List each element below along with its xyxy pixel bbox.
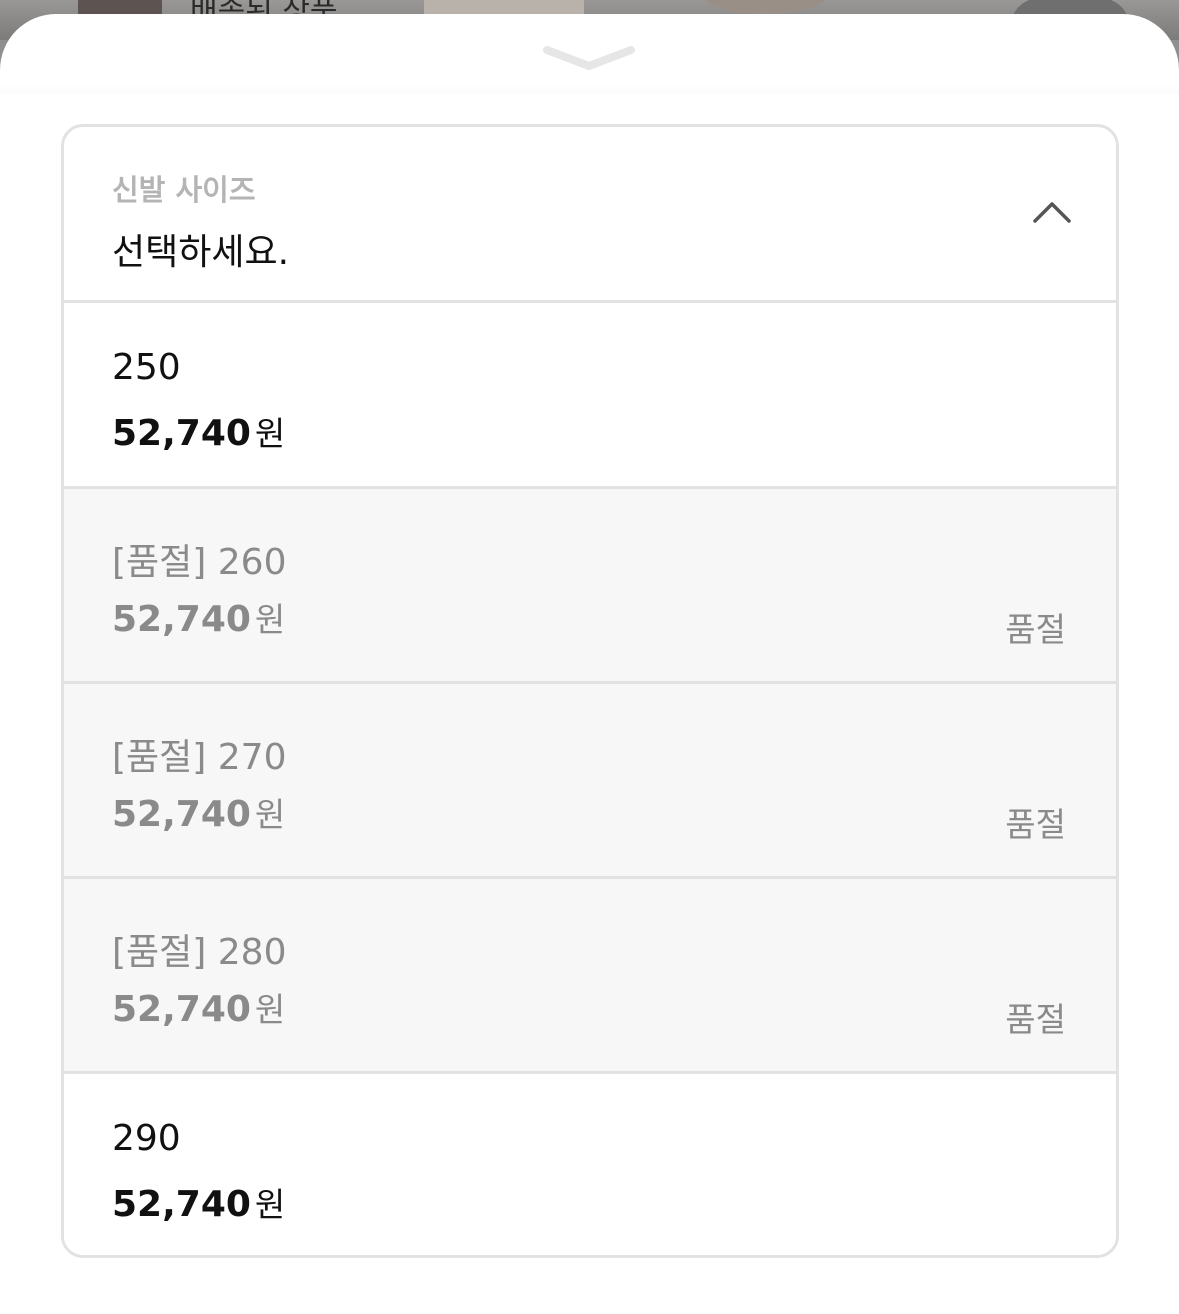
size-dropdown: 신발 사이즈 선택하세요. 250 52,740 원 [품절] 260 52,74… (61, 124, 1119, 1258)
price-value: 52,740 (112, 599, 251, 640)
sheet-divider (0, 84, 1179, 94)
price-unit: 원 (254, 600, 286, 639)
option-name: [품절] 260 (112, 542, 287, 583)
price-unit: 원 (254, 1185, 286, 1224)
option-name: 290 (112, 1118, 181, 1159)
option-price: 52,740 원 (112, 788, 285, 836)
option-name: [품절] 270 (112, 737, 287, 778)
size-option-270: [품절] 270 52,740 원 품절 (64, 684, 1116, 879)
size-dropdown-header[interactable]: 신발 사이즈 선택하세요. (64, 127, 1116, 303)
price-value: 52,740 (112, 989, 251, 1030)
size-option-290[interactable]: 290 52,740 원 (64, 1074, 1116, 1255)
size-option-250[interactable]: 250 52,740 원 (64, 303, 1116, 489)
option-price: 52,740 원 (112, 593, 285, 641)
size-option-280: [품절] 280 52,740 원 품절 (64, 879, 1116, 1074)
price-value: 52,740 (112, 1184, 251, 1225)
price-value: 52,740 (112, 413, 251, 454)
soldout-badge: 품절 (1005, 610, 1066, 649)
soldout-badge: 품절 (1005, 805, 1066, 844)
option-name: 250 (112, 347, 181, 388)
chevron-up-icon[interactable] (1032, 199, 1072, 225)
option-price: 52,740 원 (112, 983, 285, 1031)
price-unit: 원 (254, 414, 286, 453)
price-unit: 원 (254, 990, 286, 1029)
option-price: 52,740 원 (112, 407, 285, 455)
background-image-round (700, 0, 830, 14)
size-option-260: [품절] 260 52,740 원 품절 (64, 489, 1116, 684)
bottom-sheet: 신발 사이즈 선택하세요. 250 52,740 원 [품절] 260 52,74… (0, 14, 1179, 1314)
chevron-down-icon[interactable] (541, 42, 637, 74)
price-unit: 원 (254, 795, 286, 834)
dropdown-selected-value: 선택하세요. (112, 232, 290, 273)
dropdown-label: 신발 사이즈 (112, 173, 256, 207)
option-name: [품절] 280 (112, 932, 287, 973)
option-price: 52,740 원 (112, 1178, 285, 1226)
soldout-badge: 품절 (1005, 1000, 1066, 1039)
price-value: 52,740 (112, 794, 251, 835)
